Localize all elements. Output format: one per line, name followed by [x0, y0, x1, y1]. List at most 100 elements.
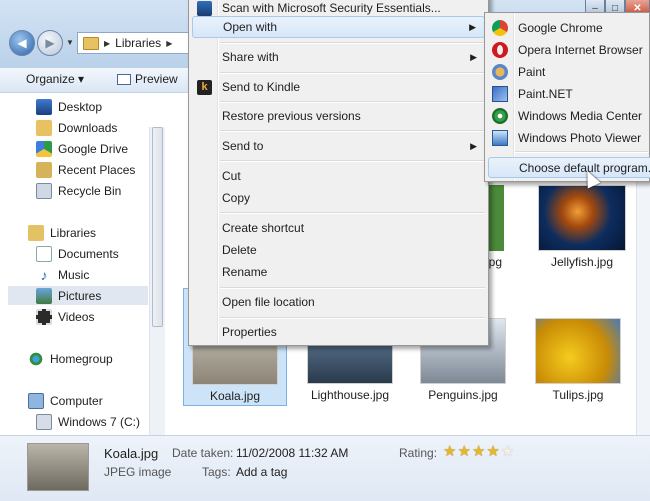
- submenu-arrow-icon: ▶: [470, 51, 477, 62]
- menu-item-open-file-location[interactable]: Open file location: [192, 291, 485, 313]
- computer-icon: [28, 392, 44, 409]
- menu-item-properties[interactable]: Properties: [192, 321, 485, 343]
- menu-item-copy[interactable]: Copy: [192, 187, 485, 209]
- shield-icon: [197, 0, 212, 16]
- star-icon[interactable]: ★: [501, 442, 514, 460]
- date-taken-value[interactable]: 11/02/2008 11:32 AM: [236, 446, 348, 460]
- menu-item-delete[interactable]: Delete: [192, 239, 485, 261]
- menu-item-send-to-kindle[interactable]: k Send to Kindle: [192, 76, 485, 98]
- menu-separator: [220, 160, 485, 162]
- nav-item-windows7-drive[interactable]: Windows 7 (C:): [36, 412, 140, 431]
- rating-stars[interactable]: ★ ★ ★ ★ ★: [443, 442, 514, 460]
- music-note-icon: ♪: [40, 266, 48, 283]
- downloads-folder-icon: [36, 119, 52, 136]
- nav-item-google-drive[interactable]: Google Drive: [36, 139, 128, 158]
- nav-item-computer[interactable]: Computer: [28, 391, 103, 410]
- breadcrumb-libraries[interactable]: Libraries: [115, 36, 161, 50]
- menu-item-cut[interactable]: Cut: [192, 165, 485, 187]
- menu-item-rename[interactable]: Rename: [192, 261, 485, 283]
- menu-item-restore-versions[interactable]: Restore previous versions: [192, 105, 485, 127]
- menu-item-open-with[interactable]: Open with ▶: [192, 16, 485, 38]
- nav-item-pictures[interactable]: Pictures: [36, 286, 101, 305]
- nav-item-recent-places[interactable]: Recent Places: [36, 160, 135, 179]
- back-button[interactable]: ◀: [9, 30, 35, 56]
- nav-item-recycle-bin[interactable]: Recycle Bin: [36, 181, 121, 200]
- opera-icon: [492, 41, 508, 58]
- menu-separator: [220, 101, 485, 103]
- forward-button[interactable]: ▶: [37, 30, 63, 56]
- submenu-arrow-icon: ▶: [469, 21, 476, 32]
- nav-scrollbar[interactable]: [149, 127, 165, 439]
- menu-separator: [220, 287, 485, 289]
- breadcrumb-separator-icon[interactable]: ▶: [104, 39, 110, 48]
- star-icon[interactable]: ★: [443, 442, 456, 460]
- open-with-media-center[interactable]: Windows Media Center: [488, 105, 650, 126]
- nav-item-downloads[interactable]: Downloads: [36, 118, 117, 137]
- menu-separator: [220, 42, 485, 44]
- file-name: Lighthouse.jpg: [310, 388, 390, 402]
- homegroup-icon: [28, 350, 44, 367]
- nav-item-homegroup[interactable]: Homegroup: [28, 349, 113, 368]
- pictures-icon: [36, 287, 52, 304]
- recycle-bin-icon: [36, 182, 52, 199]
- nav-item-videos[interactable]: Videos: [36, 307, 94, 326]
- file-tile-tulips[interactable]: Tulips.jpg: [526, 288, 630, 406]
- photo-viewer-icon: [492, 129, 508, 146]
- open-with-submenu: Google Chrome Opera Internet Browser Pai…: [484, 12, 650, 182]
- kindle-icon: k: [197, 79, 212, 95]
- preview-icon: [117, 73, 131, 85]
- star-icon[interactable]: ★: [472, 442, 485, 460]
- file-name: Tulips.jpg: [552, 388, 604, 402]
- details-file-type: JPEG image: [104, 465, 172, 479]
- submenu-arrow-icon: ▶: [470, 140, 477, 151]
- date-taken-label: Date taken:: [172, 446, 234, 460]
- tags-input[interactable]: Add a tag: [236, 465, 287, 479]
- open-with-chrome[interactable]: Google Chrome: [488, 17, 650, 38]
- open-with-photo-viewer[interactable]: Windows Photo Viewer: [488, 127, 650, 148]
- menu-separator: [220, 317, 485, 319]
- menu-item-share-with[interactable]: Share with ▶: [192, 46, 485, 68]
- address-bar[interactable]: ▶ Libraries ▶: [77, 32, 192, 54]
- nav-item-music[interactable]: ♪ Music: [36, 265, 90, 284]
- videos-icon: [36, 308, 52, 325]
- star-icon[interactable]: ★: [486, 442, 499, 460]
- history-dropdown-icon[interactable]: ▼: [66, 38, 74, 47]
- menu-separator: [515, 151, 648, 153]
- organize-button[interactable]: Organize ▾: [26, 72, 84, 86]
- recent-places-icon: [36, 161, 52, 178]
- media-center-icon: [492, 107, 508, 124]
- navigation-pane: Desktop Downloads Google Drive Recent Pl…: [0, 93, 165, 439]
- preview-button[interactable]: Preview: [117, 72, 178, 86]
- context-menu: Scan with Microsoft Security Essentials.…: [188, 0, 489, 346]
- nav-item-desktop[interactable]: Desktop: [36, 97, 102, 116]
- desktop-icon: [36, 98, 52, 115]
- open-with-opera[interactable]: Opera Internet Browser: [488, 39, 650, 60]
- breadcrumb-separator-icon[interactable]: ▶: [166, 39, 172, 48]
- rating-label: Rating:: [399, 446, 438, 460]
- paintnet-icon: [492, 85, 508, 102]
- open-with-paint[interactable]: Paint: [488, 61, 650, 82]
- menu-separator: [220, 212, 485, 214]
- file-tile-jellyfish[interactable]: Jellyfish.jpg: [532, 185, 632, 273]
- menu-item-send-to[interactable]: Send to ▶: [192, 135, 485, 157]
- file-thumbnail: [538, 185, 626, 251]
- nav-item-libraries[interactable]: Libraries: [28, 223, 96, 242]
- arrow-left-icon: ◀: [17, 36, 27, 50]
- file-name: Penguins.jpg: [428, 388, 498, 402]
- file-name: Koala.jpg: [209, 389, 261, 403]
- menu-separator: [220, 72, 485, 74]
- details-pane: Koala.jpg JPEG image Date taken: 11/02/2…: [0, 435, 650, 501]
- menu-separator: [220, 130, 485, 132]
- nav-scrollbar-thumb[interactable]: [152, 127, 163, 327]
- star-icon[interactable]: ★: [457, 442, 470, 460]
- choose-default-program[interactable]: Choose default program...: [488, 157, 650, 178]
- file-name: Jellyfish.jpg: [550, 255, 614, 269]
- chrome-icon: [492, 19, 508, 36]
- menu-item-create-shortcut[interactable]: Create shortcut: [192, 217, 485, 239]
- documents-icon: [36, 245, 52, 262]
- tags-label: Tags:: [202, 465, 231, 479]
- paint-icon: [492, 63, 508, 80]
- open-with-paintnet[interactable]: Paint.NET: [488, 83, 650, 104]
- google-drive-icon: [36, 140, 52, 157]
- nav-item-documents[interactable]: Documents: [36, 244, 119, 263]
